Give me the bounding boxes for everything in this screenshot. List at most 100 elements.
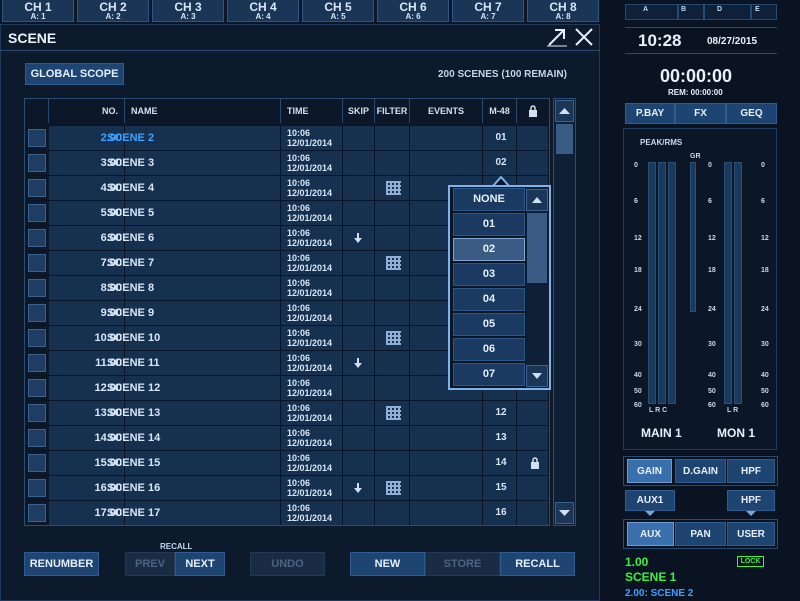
scene-m48[interactable]: 13: [485, 426, 517, 450]
row-checkbox[interactable]: [28, 254, 46, 272]
row-checkbox[interactable]: [28, 304, 46, 322]
bank-e[interactable]: E: [751, 4, 777, 20]
table-row[interactable]: 2.00 SCENE 2 10:06 12/01/2014 01: [25, 125, 549, 150]
meter-scale-label: 18: [708, 267, 716, 274]
channel-tab[interactable]: CH 5 A: 5: [302, 0, 374, 22]
dropdown-option[interactable]: 04: [453, 288, 525, 311]
row-checkbox[interactable]: [28, 404, 46, 422]
row-checkbox[interactable]: [28, 504, 46, 522]
row-checkbox[interactable]: [28, 429, 46, 447]
row-checkbox[interactable]: [28, 204, 46, 222]
meter-scale-label: 60: [708, 402, 716, 409]
scene-count: 200 SCENES (100 REMAIN): [438, 69, 567, 80]
scene-m48[interactable]: 16: [485, 501, 517, 525]
scene-m48[interactable]: 01: [485, 126, 517, 150]
row-checkbox[interactable]: [28, 279, 46, 297]
scene-name: SCENE 4: [107, 182, 155, 194]
row-checkbox[interactable]: [28, 129, 46, 147]
bank-b[interactable]: B: [678, 4, 704, 20]
scene-time-value: 10:06: [287, 403, 311, 413]
channel-tab[interactable]: CH 8 A: 8: [527, 0, 599, 22]
table-row[interactable]: 15.00 SCENE 15 10:06 12/01/2014 14: [25, 450, 549, 475]
hpf-assign-button[interactable]: HPF: [727, 490, 775, 511]
bank-a[interactable]: A: [625, 4, 678, 20]
table-row[interactable]: 16.00 SCENE 16 10:06 12/01/2014 15: [25, 475, 549, 500]
table-row[interactable]: 13.00 SCENE 13 10:06 12/01/2014 12: [25, 400, 549, 425]
dropdown-thumb[interactable]: [527, 213, 547, 283]
fx-button[interactable]: FX: [675, 103, 726, 124]
pbay-button[interactable]: P.BAY: [625, 103, 675, 124]
dropdown-option[interactable]: 07: [453, 363, 525, 386]
scene-m48[interactable]: 12: [485, 401, 517, 425]
scene-m48[interactable]: 15: [485, 476, 517, 500]
table-cell: [410, 426, 483, 450]
table-row[interactable]: 14.00 SCENE 14 10:06 12/01/2014 13: [25, 425, 549, 450]
aux-button[interactable]: AUX: [627, 522, 674, 546]
dropdown-option[interactable]: 01: [453, 213, 525, 236]
dgain-button[interactable]: D.GAIN: [675, 459, 726, 483]
renumber-button[interactable]: RENUMBER: [24, 552, 99, 576]
aux1-button[interactable]: AUX1: [625, 490, 675, 511]
next-button[interactable]: NEXT: [175, 552, 225, 576]
header-time: TIME: [281, 99, 343, 123]
dropdown-option[interactable]: 05: [453, 313, 525, 336]
dropdown-option[interactable]: NONE: [453, 188, 525, 211]
scroll-down-icon[interactable]: [555, 502, 574, 524]
close-icon[interactable]: [574, 27, 594, 47]
row-checkbox[interactable]: [28, 354, 46, 372]
undo-button[interactable]: UNDO: [250, 552, 325, 576]
row-checkbox[interactable]: [28, 479, 46, 497]
scroll-thumb[interactable]: [556, 124, 573, 154]
dropdown-down-icon[interactable]: [526, 365, 548, 387]
row-checkbox[interactable]: [28, 179, 46, 197]
scene-time: 10:06 12/01/2014: [287, 328, 332, 348]
table-scrollbar[interactable]: [553, 98, 576, 526]
channel-tab[interactable]: CH 1 A: 1: [2, 0, 74, 22]
scene-name: SCENE 17: [107, 507, 161, 519]
scene-m48[interactable]: 14: [485, 451, 517, 475]
scene-date: 12/01/2014: [287, 338, 333, 348]
channel-assign: A: 7: [480, 12, 496, 21]
bank-d[interactable]: D: [704, 4, 751, 20]
row-checkbox[interactable]: [28, 329, 46, 347]
row-checkbox[interactable]: [28, 154, 46, 172]
row-checkbox[interactable]: [28, 379, 46, 397]
row-checkbox[interactable]: [28, 229, 46, 247]
scene-time-value: 10:06: [287, 128, 311, 138]
geq-button[interactable]: GEQ: [726, 103, 777, 124]
timer-display[interactable]: 00:00:00: [660, 66, 732, 87]
lock-badge[interactable]: LOCK: [737, 556, 764, 567]
prev-button[interactable]: PREV: [125, 552, 175, 576]
dropdown-up-icon[interactable]: [526, 189, 548, 211]
scene-date: 12/01/2014: [287, 238, 333, 248]
channel-tab[interactable]: CH 7 A: 7: [452, 0, 524, 22]
scene-time-value: 10:06: [287, 478, 311, 488]
expand-icon[interactable]: [546, 27, 568, 47]
global-scope-button[interactable]: GLOBAL SCOPE: [25, 63, 124, 85]
meter-scale-label: 24: [634, 306, 642, 313]
dropdown-option[interactable]: 03: [453, 263, 525, 286]
table-row[interactable]: 17.00 SCENE 17 10:06 12/01/2014 16: [25, 500, 549, 525]
recall-button[interactable]: RECALL: [500, 552, 575, 576]
channel-tab[interactable]: CH 3 A: 3: [152, 0, 224, 22]
hpf-button[interactable]: HPF: [727, 459, 775, 483]
dropdown-option[interactable]: 02: [453, 238, 525, 261]
gain-button[interactable]: GAIN: [627, 459, 672, 483]
scroll-up-icon[interactable]: [555, 100, 574, 122]
dropdown-scrollbar[interactable]: [526, 187, 549, 388]
store-button[interactable]: STORE: [425, 552, 500, 576]
channel-tab[interactable]: CH 4 A: 4: [227, 0, 299, 22]
user-button[interactable]: USER: [727, 522, 775, 546]
scene-date: 12/01/2014: [287, 138, 333, 148]
table-row[interactable]: 3.00 SCENE 3 10:06 12/01/2014 02: [25, 150, 549, 175]
scene-time-value: 10:06: [287, 303, 311, 313]
dropdown-option[interactable]: 06: [453, 338, 525, 361]
meter-scale-label: 12: [634, 235, 642, 242]
meter-scale-label: 0: [634, 162, 638, 169]
channel-tab[interactable]: CH 2 A: 2: [77, 0, 149, 22]
channel-tab[interactable]: CH 6 A: 6: [377, 0, 449, 22]
pan-button[interactable]: PAN: [675, 522, 726, 546]
new-button[interactable]: NEW: [350, 552, 425, 576]
row-checkbox[interactable]: [28, 454, 46, 472]
scene-m48[interactable]: 02: [485, 151, 517, 175]
